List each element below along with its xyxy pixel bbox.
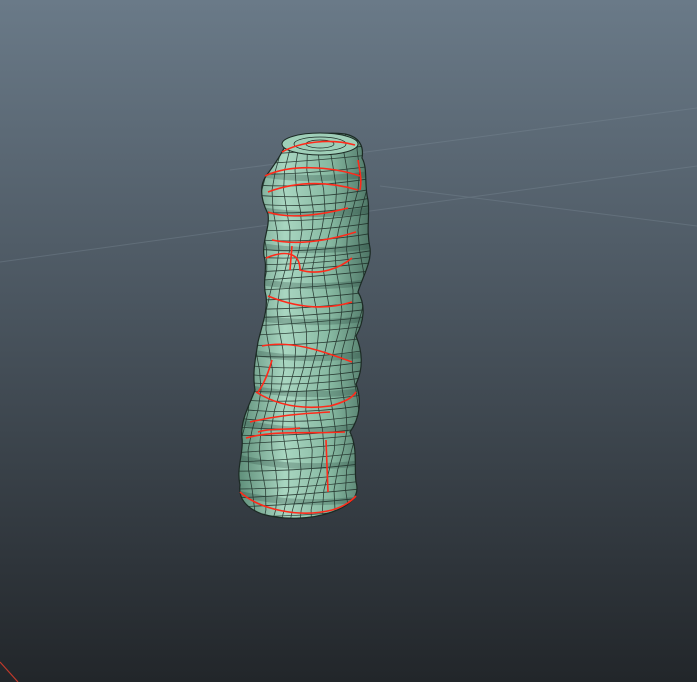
top-cap — [281, 132, 359, 156]
3d-viewport[interactable] — [0, 0, 697, 682]
viewport-canvas — [0, 0, 697, 682]
